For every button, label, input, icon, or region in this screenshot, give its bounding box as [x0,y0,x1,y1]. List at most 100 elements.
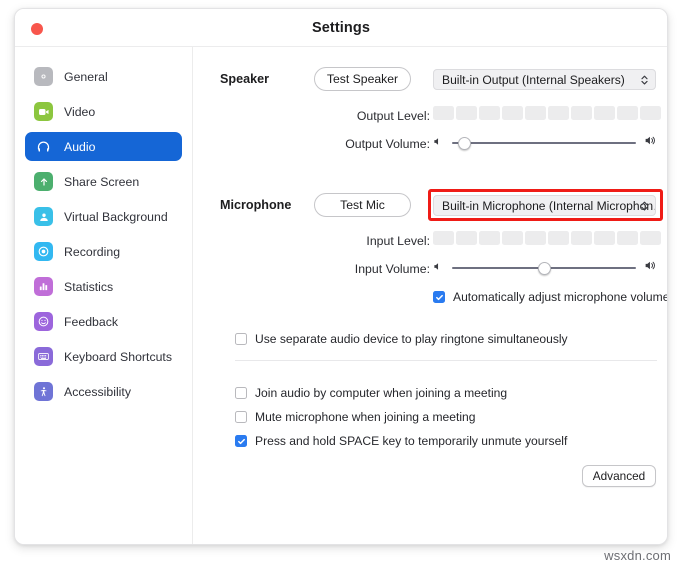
output-level-meter [433,106,661,120]
advanced-button[interactable]: Advanced [582,465,656,487]
join-audio-checkbox[interactable] [235,387,247,399]
meter-segment [479,231,500,245]
input-level-label: Input Level: [366,234,430,248]
title-bar: Settings [15,9,667,47]
meter-segment [548,231,569,245]
slider-thumb[interactable] [537,261,551,275]
input-level-label-wrap: Input Level: [253,234,430,248]
settings-window: Settings General Video Audio Share Scree… [14,8,668,545]
meter-segment [479,106,500,120]
microphone-section-label: Microphone [220,198,292,212]
options-divider [235,360,657,361]
slider-thumb[interactable] [457,136,471,150]
settings-sidebar: General Video Audio Share Screen Virtual… [15,47,193,544]
watermark: wsxdn.com [604,548,671,563]
meter-segment [502,106,523,120]
microphone-high-icon [644,259,657,277]
output-volume-label-wrap: Output Volume: [253,137,430,151]
sidebar-item-virtual-background[interactable]: Virtual Background [25,202,182,231]
bar-chart-icon [34,277,53,296]
sidebar-item-share-screen[interactable]: Share Screen [25,167,182,196]
sidebar-item-label: Virtual Background [64,209,168,224]
input-level-meter [433,231,661,245]
push-to-talk-checkbox[interactable] [235,435,247,447]
screenshot-root: Settings General Video Audio Share Scree… [0,0,680,566]
input-volume-slider[interactable] [452,259,636,277]
meter-segment [525,106,546,120]
sidebar-item-statistics[interactable]: Statistics [25,272,182,301]
video-camera-icon [34,102,53,121]
speaker-high-icon [644,134,657,152]
ringtone-device-checkbox[interactable] [235,333,247,345]
sidebar-item-label: General [64,69,108,84]
chevron-updown-icon [640,199,649,212]
person-frame-icon [34,207,53,226]
meter-segment [433,231,454,245]
gear-icon [34,67,53,86]
auto-adjust-volume-label: Automatically adjust microphone volume [453,290,668,304]
sidebar-item-feedback[interactable]: Feedback [25,307,182,336]
test-speaker-button[interactable]: Test Speaker [314,67,411,91]
microphone-device-value: Built-in Microphone (Internal Microphon… [442,198,656,213]
meter-segment [433,106,454,120]
slider-track [452,141,636,145]
sidebar-item-recording[interactable]: Recording [25,237,182,266]
mute-on-join-label: Mute microphone when joining a meeting [255,410,476,424]
speaker-device-value: Built-in Output (Internal Speakers) [442,72,625,87]
meter-segment [640,231,661,245]
sidebar-item-accessibility[interactable]: Accessibility [25,377,182,406]
test-mic-button[interactable]: Test Mic [314,193,411,217]
output-volume-label: Output Volume: [345,137,430,151]
meter-segment [571,231,592,245]
meter-segment [456,231,477,245]
auto-adjust-volume-checkbox[interactable] [433,291,445,303]
microphone-device-select[interactable]: Built-in Microphone (Internal Microphon… [433,195,656,216]
speaker-device-select[interactable]: Built-in Output (Internal Speakers) [433,69,656,90]
speaker-low-icon [433,134,444,152]
input-volume-label-wrap: Input Volume: [253,262,430,276]
meter-segment [640,106,661,120]
speaker-section-label-wrap: Speaker [220,72,269,86]
meter-segment [456,106,477,120]
ringtone-device-label: Use separate audio device to play ringto… [255,332,568,346]
join-audio-row[interactable]: Join audio by computer when joining a me… [235,386,507,400]
microphone-section-label-wrap: Microphone [220,198,291,212]
share-screen-icon [34,172,53,191]
meter-segment [594,106,615,120]
sidebar-item-label: Audio [64,139,96,154]
sidebar-item-audio[interactable]: Audio [25,132,182,161]
accessibility-icon [34,382,53,401]
mute-on-join-checkbox[interactable] [235,411,247,423]
sidebar-item-label: Share Screen [64,174,140,189]
sidebar-item-general[interactable]: General [25,62,182,91]
meter-segment [617,231,638,245]
speaker-section-label: Speaker [220,72,270,86]
window-title: Settings [312,20,370,36]
sidebar-item-label: Recording [64,244,121,259]
input-volume-control[interactable] [433,259,657,277]
smiley-face-icon [34,312,53,331]
meter-segment [502,231,523,245]
sidebar-item-video[interactable]: Video [25,97,182,126]
meter-segment [525,231,546,245]
join-audio-label: Join audio by computer when joining a me… [255,386,508,400]
sidebar-item-label: Statistics [64,279,114,294]
chevron-updown-icon [640,73,649,86]
ringtone-device-row[interactable]: Use separate audio device to play ringto… [235,332,568,346]
output-volume-slider[interactable] [452,134,636,152]
meter-segment [594,231,615,245]
output-volume-control[interactable] [433,134,657,152]
push-to-talk-row[interactable]: Press and hold SPACE key to temporarily … [235,434,567,448]
auto-adjust-volume-row[interactable]: Automatically adjust microphone volume [433,290,668,304]
meter-segment [617,106,638,120]
keyboard-icon [34,347,53,366]
meter-segment [571,106,592,120]
output-level-label: Output Level: [356,109,430,123]
mute-on-join-row[interactable]: Mute microphone when joining a meeting [235,410,476,424]
sidebar-item-keyboard-shortcuts[interactable]: Keyboard Shortcuts [25,342,182,371]
audio-settings-panel: Speaker Test Speaker Built-in Output (In… [193,47,667,544]
sidebar-item-label: Feedback [64,314,119,329]
record-circle-icon [34,242,53,261]
microphone-low-icon [433,259,444,277]
push-to-talk-label: Press and hold SPACE key to temporarily … [255,434,568,448]
